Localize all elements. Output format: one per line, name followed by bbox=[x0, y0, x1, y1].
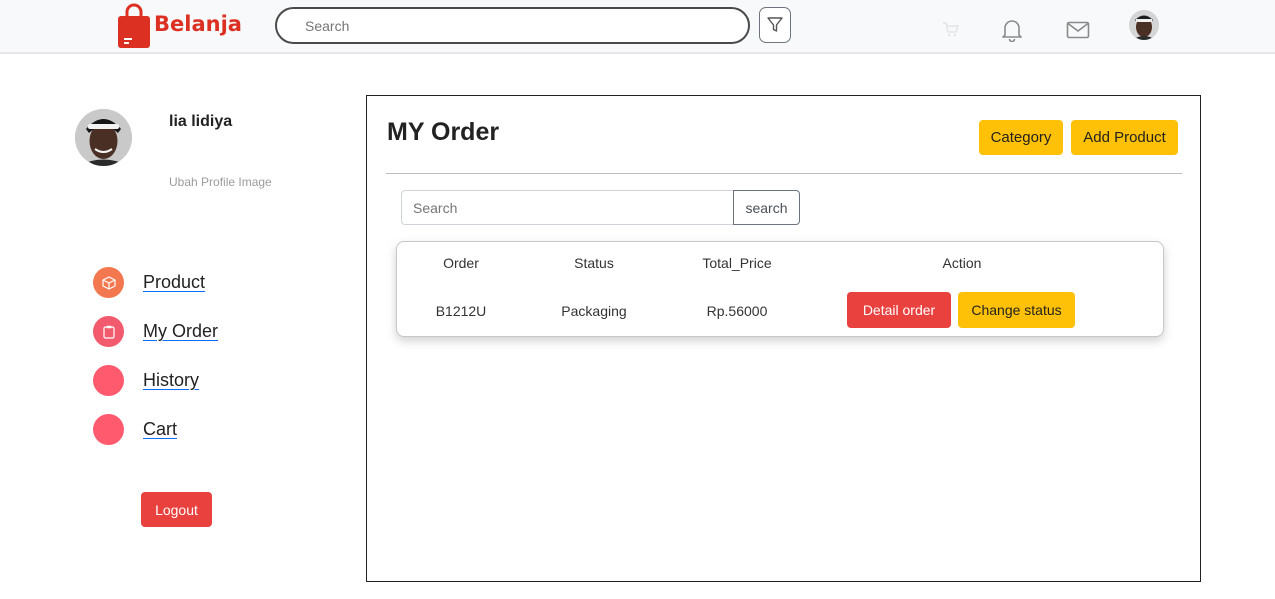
box-icon bbox=[93, 267, 124, 298]
add-product-button[interactable]: Add Product bbox=[1071, 120, 1178, 155]
change-status-button[interactable]: Change status bbox=[958, 292, 1075, 328]
category-button[interactable]: Category bbox=[979, 120, 1063, 155]
divider bbox=[386, 173, 1182, 174]
cart-icon bbox=[93, 414, 124, 445]
order-id-cell: B1212U bbox=[435, 303, 487, 319]
sidebar-item-label: Product bbox=[143, 272, 206, 292]
order-panel: MY Order Category Add Product search Ord… bbox=[366, 95, 1201, 582]
page-title: MY Order bbox=[387, 118, 500, 146]
sidebar-item-label: Cart bbox=[143, 419, 178, 439]
detail-order-button[interactable]: Detail order bbox=[847, 292, 951, 328]
profile-name: lia lidiya bbox=[169, 113, 233, 130]
history-icon bbox=[93, 365, 124, 396]
sidebar-item-label: My Order bbox=[143, 321, 219, 341]
shopping-bag-icon bbox=[118, 3, 150, 48]
top-navbar: Belanja bbox=[0, 0, 1275, 54]
filter-button[interactable] bbox=[759, 7, 791, 43]
brand-logo[interactable]: Belanja bbox=[116, 2, 242, 50]
logout-button[interactable]: Logout bbox=[141, 492, 212, 527]
order-total-cell: Rp.56000 bbox=[706, 303, 768, 319]
search-button[interactable]: search bbox=[733, 190, 800, 225]
sidebar-item-my-order[interactable]: My Order bbox=[93, 316, 218, 347]
sidebar-item-product[interactable]: Product bbox=[93, 267, 205, 298]
edit-profile-image-link[interactable]: Ubah Profile Image bbox=[169, 175, 272, 189]
clipboard-icon bbox=[93, 316, 124, 347]
column-header-status: Status bbox=[574, 255, 614, 271]
cart-icon[interactable] bbox=[940, 18, 962, 40]
orders-table: Order Status Total_Price Action B1212U P… bbox=[396, 241, 1164, 337]
order-search-input[interactable] bbox=[401, 190, 733, 225]
column-header-order: Order bbox=[443, 255, 479, 271]
column-header-action: Action bbox=[942, 255, 982, 271]
profile-avatar bbox=[75, 109, 132, 166]
column-header-total-price: Total_Price bbox=[702, 255, 772, 271]
brand-name: Belanja bbox=[154, 12, 242, 36]
top-search-input[interactable] bbox=[275, 7, 750, 44]
order-status-cell: Packaging bbox=[561, 303, 627, 319]
sidebar-item-cart[interactable]: Cart bbox=[93, 414, 177, 445]
sidebar-item-label: History bbox=[143, 370, 200, 390]
avatar[interactable] bbox=[1129, 10, 1159, 40]
filter-icon bbox=[767, 17, 783, 32]
sidebar-item-history[interactable]: History bbox=[93, 365, 199, 396]
bell-icon[interactable] bbox=[1000, 17, 1024, 43]
mail-icon[interactable] bbox=[1065, 19, 1090, 41]
